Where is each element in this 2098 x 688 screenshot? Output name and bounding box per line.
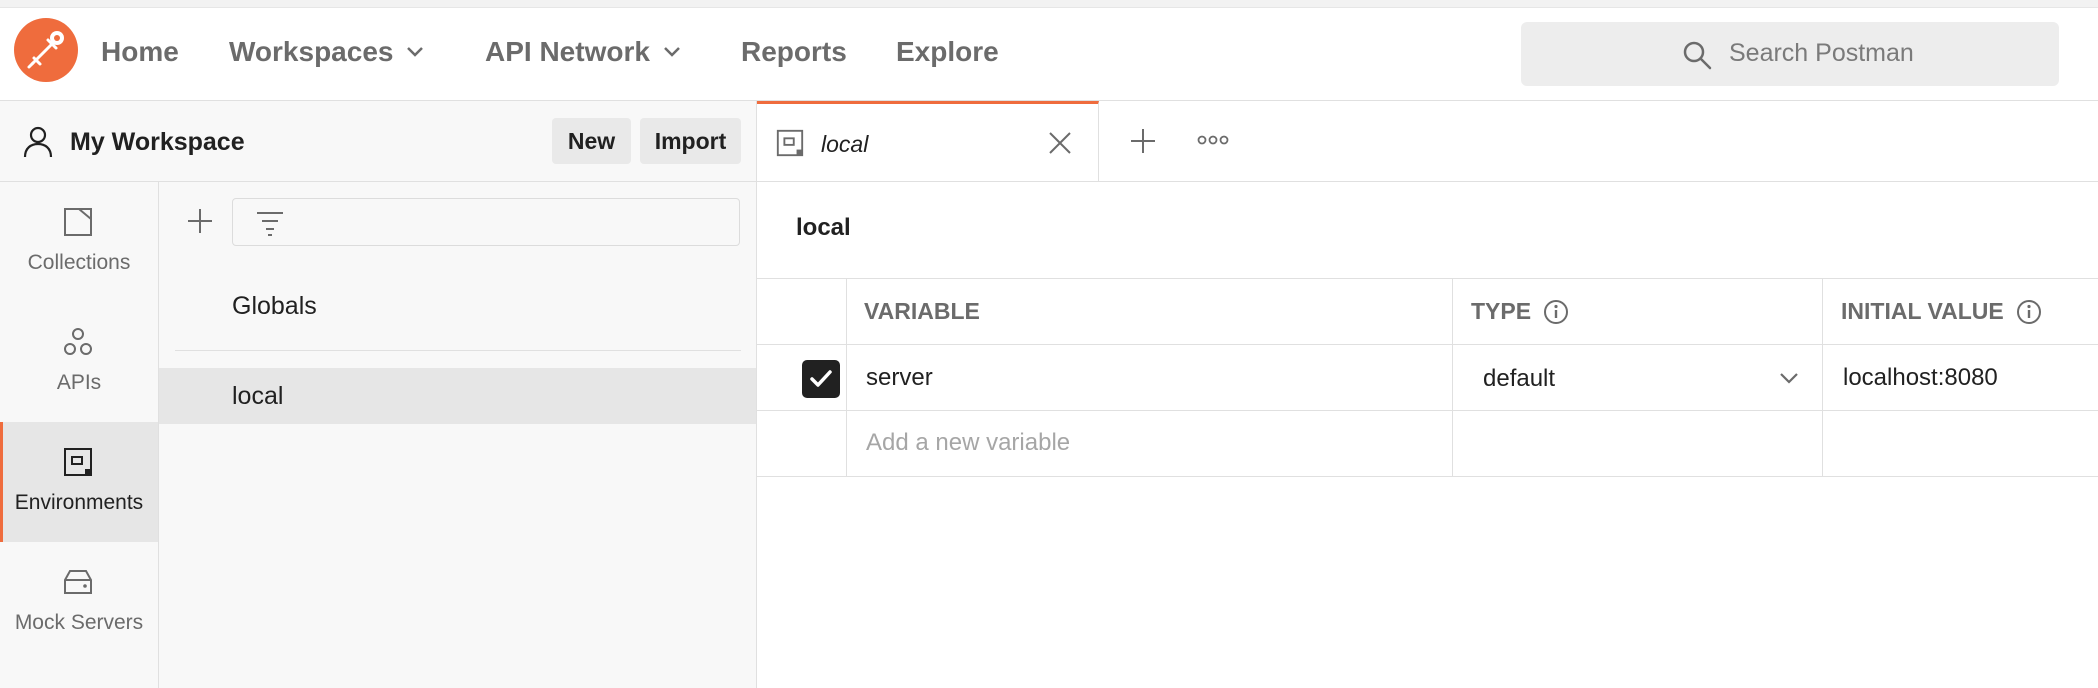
workspace-header: My Workspace New Import xyxy=(0,101,757,182)
sidebar-item-label: APIs xyxy=(56,371,102,394)
table-top-border xyxy=(757,278,2098,279)
column-divider xyxy=(846,278,847,476)
column-header-label: INITIAL VALUE xyxy=(1841,298,2004,324)
collections-icon xyxy=(64,208,92,236)
top-nav-bar: Home Workspaces API Network Reports Expl… xyxy=(0,8,2098,101)
nav-reports[interactable]: Reports xyxy=(741,36,847,68)
chevron-down-icon xyxy=(664,47,680,57)
sidebar-item-mock-servers[interactable]: Mock Servers xyxy=(0,542,158,662)
checkmark-icon xyxy=(810,370,832,387)
initial-value-cell[interactable]: localhost:8080 xyxy=(1843,364,1998,392)
nav-home-label: Home xyxy=(101,36,179,67)
import-button-label: Import xyxy=(654,127,727,154)
environment-tab-icon xyxy=(776,129,804,157)
table-bottom-border xyxy=(757,476,2098,477)
chevron-down-icon xyxy=(407,47,424,57)
search-input[interactable]: Search Postman xyxy=(1521,22,2059,86)
type-select[interactable]: default xyxy=(1483,365,1555,393)
info-icon[interactable] xyxy=(2016,299,2042,325)
nav-home[interactable]: Home xyxy=(101,36,179,68)
column-header-label: TYPE xyxy=(1471,298,1532,324)
nav-reports-label: Reports xyxy=(741,36,847,67)
new-variable-type-cell[interactable] xyxy=(1453,411,1821,475)
more-options-icon[interactable] xyxy=(1197,133,1229,147)
sidebar-item-environments[interactable]: Environments xyxy=(0,422,158,542)
new-button-label: New xyxy=(567,127,616,154)
divider xyxy=(175,350,741,351)
postman-logo[interactable] xyxy=(14,18,78,82)
nav-explore-label: Explore xyxy=(896,36,999,67)
filter-input[interactable] xyxy=(232,198,740,246)
sidebar-item-label: Collections xyxy=(27,251,131,274)
apis-icon xyxy=(64,328,92,355)
column-header-label: VARIABLE xyxy=(864,298,980,324)
column-header-initial-value: INITIAL VALUE xyxy=(1841,298,2042,325)
chevron-down-icon[interactable] xyxy=(1778,370,1800,386)
list-item-globals[interactable]: Globals xyxy=(159,278,756,334)
import-button[interactable]: Import xyxy=(640,118,741,164)
tab-bar: local xyxy=(757,101,2098,182)
nav-explore[interactable]: Explore xyxy=(896,36,999,68)
sidebar-item-label: Mock Servers xyxy=(14,611,144,634)
close-icon[interactable] xyxy=(1047,130,1073,156)
mock-servers-icon xyxy=(64,570,92,594)
environment-title[interactable]: local xyxy=(796,214,851,242)
variable-name-cell[interactable]: server xyxy=(866,364,933,392)
nav-workspaces[interactable]: Workspaces xyxy=(229,36,425,68)
nav-api-network-label: API Network xyxy=(485,36,650,67)
new-button[interactable]: New xyxy=(552,118,631,164)
sidebar-rail: Collections APIs Environments Mock Serve… xyxy=(0,182,159,688)
nav-workspaces-label: Workspaces xyxy=(229,36,394,67)
new-variable-initial-value-cell[interactable] xyxy=(1823,411,2098,475)
tab-label: local xyxy=(821,131,869,157)
globals-label: Globals xyxy=(232,292,317,320)
variable-enabled-checkbox[interactable] xyxy=(802,360,840,398)
add-variable-input[interactable]: Add a new variable xyxy=(866,429,1070,457)
add-environment-icon[interactable] xyxy=(185,206,215,236)
column-header-type: TYPE xyxy=(1471,298,1569,325)
workspace-title: My Workspace xyxy=(70,128,245,156)
search-icon xyxy=(1683,41,1712,70)
list-item-environment[interactable]: local xyxy=(159,368,756,424)
sidebar-item-collections[interactable]: Collections xyxy=(0,182,158,302)
nav-api-network[interactable]: API Network xyxy=(485,36,682,68)
tab-local[interactable]: local xyxy=(757,101,1099,181)
info-icon[interactable] xyxy=(1543,299,1569,325)
filter-icon xyxy=(257,212,283,236)
window-top-strip xyxy=(0,0,2098,8)
new-tab-icon[interactable] xyxy=(1129,127,1157,155)
environments-icon xyxy=(64,448,92,476)
environment-list-panel: Globals local xyxy=(159,182,757,688)
sidebar-item-label: Environments xyxy=(14,491,144,514)
sidebar-item-apis[interactable]: APIs xyxy=(0,302,158,422)
search-placeholder: Search Postman xyxy=(1729,39,1914,67)
user-icon xyxy=(23,126,53,158)
column-header-variable: VARIABLE xyxy=(864,298,980,325)
table-header-border xyxy=(757,344,2098,345)
environment-label: local xyxy=(232,382,284,410)
